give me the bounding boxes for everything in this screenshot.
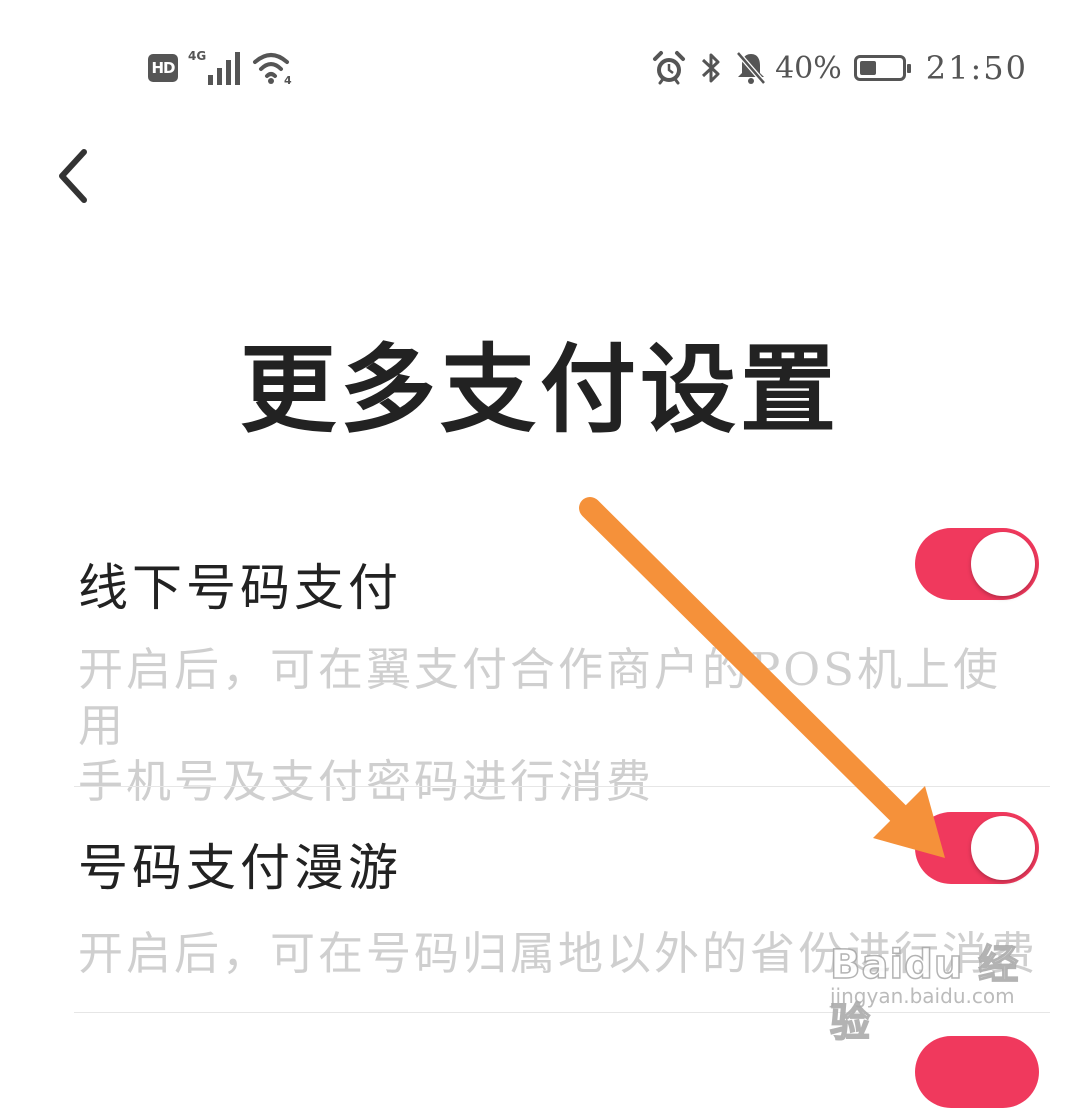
setting-label: 线下号码支付 bbox=[78, 559, 402, 617]
bluetooth-icon bbox=[702, 53, 720, 83]
bell-muted-icon bbox=[736, 51, 766, 85]
signal-icon bbox=[208, 52, 241, 85]
setting-description: 开启后，可在翼支付合作商户的POS机上使用 手机号及支付密码进行消费 bbox=[78, 642, 1038, 810]
battery-icon bbox=[853, 55, 911, 81]
setting-offline-number-payment: 线下号码支付 开启后，可在翼支付合作商户的POS机上使用 手机号及支付密码进行消… bbox=[78, 528, 1050, 808]
status-left: HD 4G 4 bbox=[148, 48, 294, 88]
toggle-knob bbox=[971, 816, 1035, 880]
alarm-icon bbox=[653, 51, 686, 85]
network-type-label: 4G bbox=[188, 49, 207, 63]
number-payment-roaming-toggle[interactable] bbox=[915, 812, 1039, 884]
hd-label: HD bbox=[151, 59, 175, 77]
status-right: 40% 21:50 bbox=[651, 46, 1028, 90]
setting-label: 号码支付漫游 bbox=[78, 839, 402, 897]
setting-description-line: 开启后，可在翼支付合作商户的POS机上使用 bbox=[78, 643, 1001, 752]
status-bar: HD 4G 4 40% 21:50 bbox=[0, 0, 1080, 130]
divider bbox=[74, 786, 1050, 787]
page-title: 更多支付设置 bbox=[240, 333, 840, 446]
setting-description-line: 手机号及支付密码进行消费 bbox=[78, 755, 655, 808]
hd-icon: HD bbox=[148, 54, 178, 82]
watermark-url: jingyan.baidu.com bbox=[830, 984, 1015, 1008]
wifi-icon: 4 bbox=[253, 53, 292, 86]
status-time: 21:50 bbox=[925, 49, 1028, 87]
watermark: Baidu 经验 jingyan.baidu.com bbox=[829, 932, 1040, 1047]
back-button[interactable] bbox=[40, 140, 104, 212]
chevron-left-icon bbox=[59, 149, 87, 203]
offline-number-payment-toggle[interactable] bbox=[915, 528, 1039, 600]
toggle-knob bbox=[971, 532, 1035, 596]
wifi-sub-label: 4 bbox=[284, 74, 292, 86]
battery-level-fill bbox=[859, 61, 876, 75]
battery-percent: 40% bbox=[775, 50, 842, 86]
